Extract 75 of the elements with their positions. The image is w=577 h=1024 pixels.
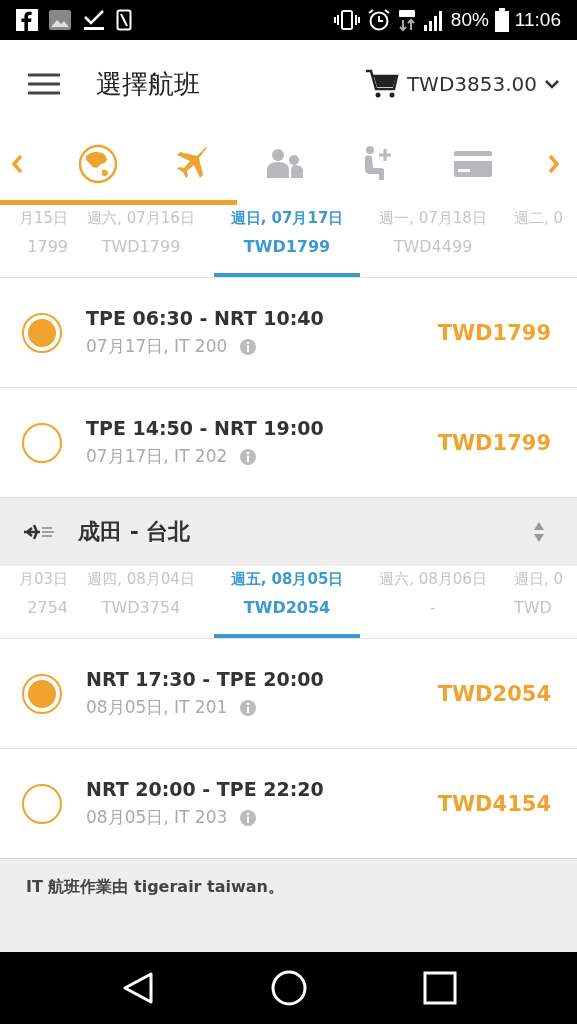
info-icon[interactable] — [239, 337, 258, 356]
vibrate-icon — [332, 9, 361, 31]
flight-details: 08月05日, IT 203 — [86, 806, 228, 829]
radio-button[interactable] — [22, 673, 62, 714]
flight-row[interactable]: TPE 06:30 - NRT 10:40 07月17日, IT 200 TWD1799 — [0, 278, 577, 388]
clock: 11:06 — [514, 9, 561, 31]
tab-date: 週四, 08月04日 — [87, 570, 195, 589]
flight-times: NRT 17:30 - TPE 20:00 — [86, 668, 325, 690]
route-title: 成田 - 台北 — [78, 518, 192, 546]
signal-icon — [422, 9, 445, 31]
tab-price: TWD4499 — [393, 237, 473, 256]
chevron-down-icon — [545, 79, 559, 89]
tab-date: 週日, 07月17日 — [230, 209, 344, 228]
tab-price: - — [430, 598, 436, 617]
info-icon[interactable] — [239, 698, 258, 717]
date-tab[interactable]: 週四, 08月04日 TWD3754 — [68, 566, 214, 638]
battery-icon — [494, 8, 509, 32]
facebook-icon — [16, 9, 38, 31]
radio-button[interactable] — [22, 422, 62, 463]
battery-percent: 80% — [450, 9, 489, 31]
tab-date: 月03日 — [18, 570, 68, 589]
operator-note: IT 航班作業由 tigerair taiwan。 — [26, 877, 284, 896]
flight-price: TWD4154 — [437, 791, 551, 816]
flight-price: TWD1799 — [437, 320, 551, 345]
tab-price: TWD — [514, 598, 552, 617]
tab-price: TWD2054 — [243, 598, 331, 617]
radio-button[interactable] — [22, 783, 62, 824]
home-icon[interactable] — [270, 970, 307, 1006]
chevron-right-icon[interactable] — [546, 153, 561, 175]
cart-icon — [364, 69, 399, 99]
tab-price: TWD1799 — [101, 237, 181, 256]
tab-price: TWD1799 — [243, 237, 331, 256]
radio-button[interactable] — [22, 312, 62, 353]
date-tab[interactable]: 月03日 2754 — [0, 566, 68, 638]
page-title: 選擇航班 — [96, 67, 200, 101]
alarm-icon — [366, 8, 391, 32]
network-icon — [396, 8, 417, 32]
menu-icon[interactable] — [28, 73, 60, 95]
chevron-left-icon[interactable] — [10, 153, 24, 175]
date-tab[interactable]: 月15日 1799 — [0, 205, 68, 277]
back-icon[interactable] — [120, 971, 155, 1005]
tab-date: 週二, 0 — [514, 209, 564, 228]
tab-price: TWD3754 — [101, 598, 181, 617]
flight-price: TWD1799 — [437, 430, 551, 455]
flight-details: 07月17日, IT 200 — [86, 335, 228, 358]
flight-times: NRT 20:00 - TPE 22:20 — [86, 778, 325, 800]
tab-price: 2754 — [27, 598, 68, 617]
cart-button[interactable]: TWD3853.00 — [364, 69, 559, 99]
flight-times: TPE 14:50 - NRT 19:00 — [86, 417, 325, 439]
phone-icon — [116, 9, 132, 31]
date-tab[interactable]: 週二, 0 — [506, 205, 577, 277]
info-icon[interactable] — [239, 808, 258, 827]
flight-details: 07月17日, IT 202 — [86, 445, 228, 468]
tab-price: 1799 — [27, 237, 68, 256]
flight-row[interactable]: NRT 17:30 - TPE 20:00 08月05日, IT 201 TWD2054 — [0, 639, 577, 749]
tab-date: 週日, 0 — [514, 570, 564, 589]
sort-icon[interactable] — [533, 521, 545, 543]
flight-price: TWD2054 — [437, 681, 551, 706]
date-tab[interactable]: 週六, 07月16日 TWD1799 — [68, 205, 214, 277]
date-tab[interactable]: 週六, 08月06日 - — [360, 566, 506, 638]
tab-date: 月15日 — [18, 209, 68, 228]
flight-details: 08月05日, IT 201 — [86, 696, 228, 719]
recents-icon[interactable] — [422, 971, 457, 1005]
flight-times: TPE 06:30 - NRT 10:40 — [86, 307, 325, 329]
date-tab[interactable]: 週日, 07月17日 TWD1799 — [214, 205, 360, 277]
image-icon — [48, 9, 72, 31]
download-done-icon — [82, 9, 106, 31]
tab-date: 週五, 08月05日 — [230, 570, 344, 589]
date-tab[interactable]: 週日, 0 TWD — [506, 566, 577, 638]
info-icon[interactable] — [239, 447, 258, 466]
tab-date: 週六, 08月06日 — [379, 570, 487, 589]
date-tab[interactable]: 週五, 08月05日 TWD2054 — [214, 566, 360, 638]
tab-date: 週六, 07月16日 — [87, 209, 195, 228]
plane-landing-icon — [22, 522, 54, 542]
globe-icon[interactable] — [77, 144, 118, 184]
